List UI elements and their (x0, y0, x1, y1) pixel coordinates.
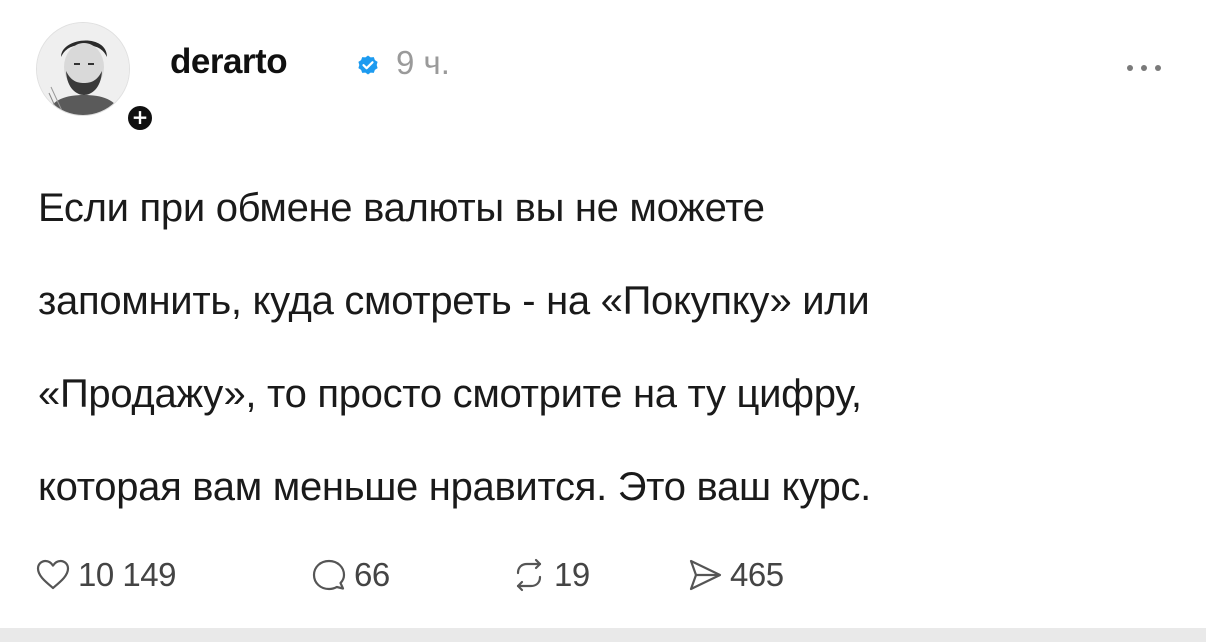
ellipsis-icon[interactable] (1120, 56, 1168, 80)
repost-icon (516, 558, 542, 592)
comment-button[interactable]: 66 (310, 550, 390, 600)
author-username[interactable]: derarto (170, 42, 288, 82)
send-arrow-icon (689, 559, 722, 591)
post-actions: 10 149 66 19 465 (34, 550, 934, 600)
avatar-portrait-icon (37, 23, 129, 115)
feed-divider (0, 628, 1206, 642)
post-text-line: Если при обмене валюты вы не можете (38, 186, 765, 230)
comment-bubble-icon (312, 559, 346, 591)
follow-plus-icon[interactable]: + (124, 102, 156, 134)
repost-button[interactable]: 19 (510, 550, 590, 600)
post-text-line: запомнить, куда смотреть - на «Покупку» … (38, 279, 870, 323)
post-timestamp: 9 ч. (396, 44, 450, 81)
avatar[interactable] (36, 22, 130, 116)
like-count: 10 149 (78, 556, 176, 593)
post-text-line: которая вам меньше нравится. Это ваш кур… (38, 465, 871, 509)
heart-icon (36, 559, 70, 590)
share-count: 465 (730, 556, 784, 593)
post-text: Если при обмене валюты вы не можете запо… (38, 162, 1178, 534)
verified-badge-icon (358, 55, 378, 75)
repost-count: 19 (554, 556, 590, 593)
like-button[interactable]: 10 149 (34, 550, 176, 600)
share-button[interactable]: 465 (686, 550, 784, 600)
author-avatar-wrap[interactable]: + (36, 22, 156, 134)
comment-count: 66 (354, 556, 390, 593)
post-card: + derarto 9 ч. Если при обмене валюты вы… (0, 0, 1206, 630)
post-text-line: «Продажу», то просто смотрите на ту цифр… (38, 372, 862, 416)
